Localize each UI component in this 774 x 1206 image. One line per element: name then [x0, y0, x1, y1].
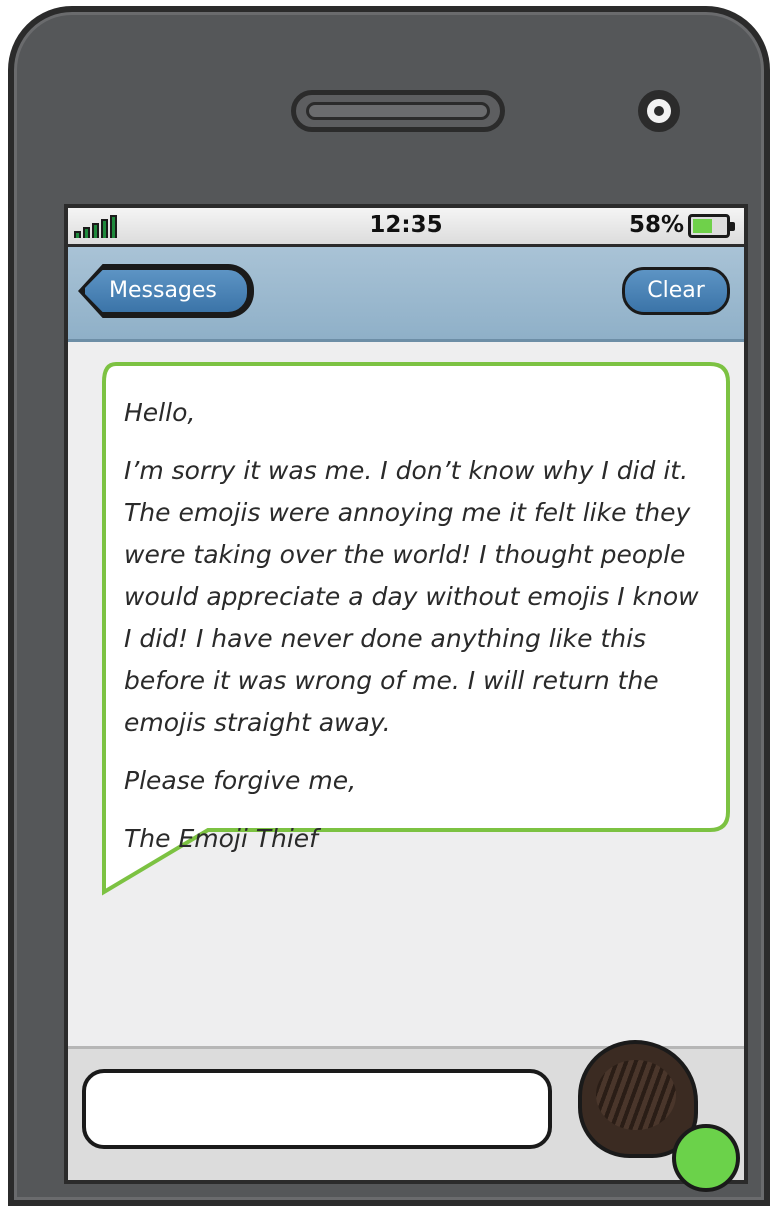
message-greeting: Hello, — [124, 398, 196, 427]
nav-bar: Messages Clear — [68, 247, 744, 342]
phone-frame: 12:35 58% Messages Clear Hello, I’m sorr… — [8, 6, 770, 1206]
front-camera — [638, 90, 680, 132]
battery-level — [693, 219, 712, 233]
message-closing: Please forgive me, — [124, 766, 357, 795]
avatar-shirt — [672, 1124, 740, 1192]
battery-icon — [688, 214, 735, 238]
phone-screen: 12:35 58% Messages Clear Hello, I’m sorr… — [64, 204, 748, 1184]
speaker-grille — [291, 90, 505, 132]
message-body: I’m sorry it was me. I don’t know why I … — [124, 456, 699, 737]
avatar — [572, 1040, 740, 1192]
back-button[interactable]: Messages — [82, 267, 250, 315]
status-bar: 12:35 58% — [68, 208, 744, 247]
message-signature: The Emoji Thief — [124, 824, 318, 853]
clear-button[interactable]: Clear — [622, 267, 730, 315]
message-text: Hello, I’m sorry it was me. I don’t know… — [124, 392, 704, 876]
battery-percent: 58% — [628, 212, 684, 238]
message-input[interactable] — [82, 1069, 552, 1149]
